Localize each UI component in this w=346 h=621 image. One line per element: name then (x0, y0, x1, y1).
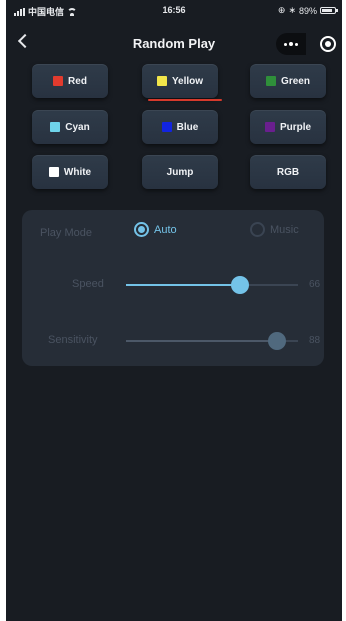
selected-indicator (148, 99, 222, 101)
status-bar: 中国电信 16:56 ⊕ ∗ 89% (6, 0, 342, 20)
speed-slider-thumb[interactable] (230, 276, 249, 294)
lock-rotation-icon: ⊕ (277, 5, 286, 15)
radio-unselected-icon (250, 222, 265, 237)
app-screen: 中国电信 16:56 ⊕ ∗ 89% Random Play Red Yello… (6, 0, 342, 621)
purple-swatch-icon (264, 122, 275, 132)
green-swatch-icon (266, 76, 277, 86)
color-button-label: Red (68, 75, 87, 87)
color-button-label: Green (281, 75, 310, 87)
speed-slider-fill (126, 284, 240, 286)
battery-icon (320, 7, 338, 14)
sensitivity-slider-fill (126, 340, 278, 342)
speed-slider[interactable] (126, 276, 298, 294)
target-circle-icon[interactable] (320, 36, 336, 52)
radio-selected-icon (134, 222, 149, 237)
speed-value: 66 (309, 279, 321, 290)
color-button-red[interactable]: Red (32, 64, 108, 98)
color-button-white[interactable]: White (32, 155, 108, 189)
color-button-label: White (63, 166, 92, 178)
color-button-label: Cyan (65, 121, 90, 133)
radio-music[interactable]: Music (250, 222, 299, 237)
color-button-green[interactable]: Green (250, 64, 326, 98)
color-button-cyan[interactable]: Cyan (32, 110, 108, 144)
radio-label: Music (270, 223, 299, 236)
more-dots-icon[interactable] (276, 33, 306, 55)
red-swatch-icon (53, 76, 64, 86)
blue-swatch-icon (161, 122, 172, 132)
white-swatch-icon (48, 167, 59, 177)
color-button-label: Purple (279, 121, 312, 133)
color-button-label: RGB (276, 166, 300, 178)
cyan-swatch-icon (50, 122, 61, 132)
mini-program-capsule (276, 33, 336, 55)
radio-auto[interactable]: Auto (134, 222, 177, 237)
status-right: ⊕ ∗ 89% (277, 5, 338, 16)
rgb-button[interactable]: RGB (250, 155, 326, 189)
color-button-yellow[interactable]: Yellow (142, 64, 218, 98)
bluetooth-icon: ∗ (288, 5, 296, 15)
play-mode-label: Play Mode (40, 227, 92, 239)
color-button-label: Jump (166, 166, 194, 178)
color-button-label: Yellow (171, 75, 204, 87)
radio-label: Auto (154, 223, 177, 236)
sensitivity-value: 88 (309, 335, 321, 346)
settings-panel: Play Mode Auto Music Speed 66 Sensitivit… (22, 210, 324, 366)
yellow-swatch-icon (156, 76, 167, 86)
color-button-blue[interactable]: Blue (142, 110, 218, 144)
jump-button[interactable]: Jump (142, 155, 218, 189)
navigation-bar: Random Play (6, 28, 342, 60)
battery-percent: 89% (298, 5, 317, 16)
sensitivity-label: Sensitivity (48, 334, 98, 346)
sensitivity-slider[interactable] (126, 332, 298, 350)
speed-label: Speed (72, 278, 104, 290)
color-button-purple[interactable]: Purple (250, 110, 326, 144)
sensitivity-slider-thumb[interactable] (268, 332, 287, 350)
color-button-label: Blue (176, 121, 199, 133)
